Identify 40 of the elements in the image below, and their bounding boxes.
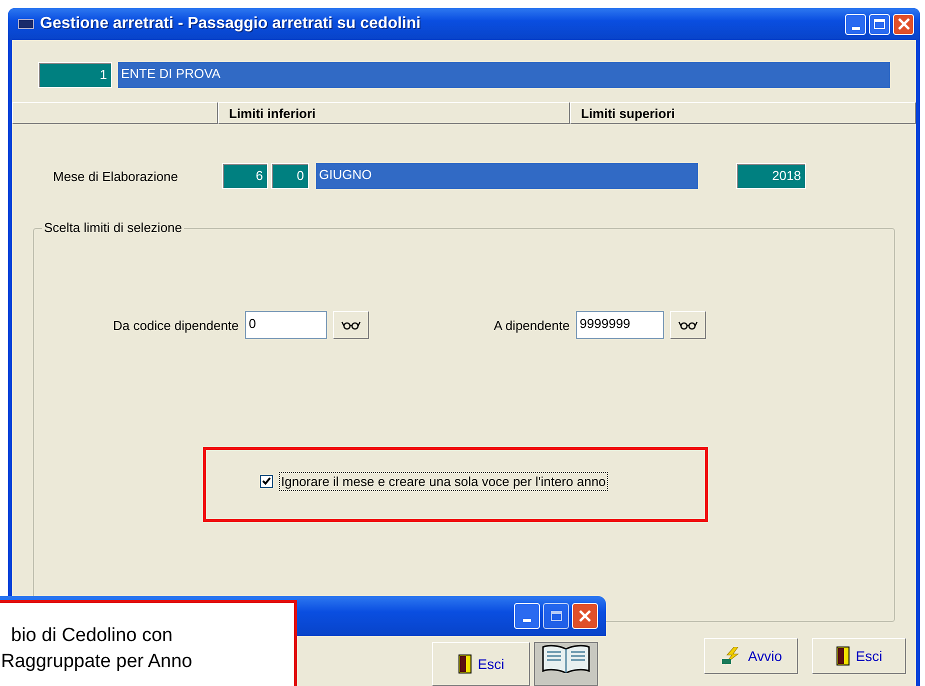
month-field[interactable]: 6 [222,163,268,189]
door-icon [458,654,472,674]
checkbox-label[interactable]: Ignorare il mese e creare una sola voce per l'intero anno [279,472,608,491]
checkbox[interactable] [260,475,273,488]
column-header: Limiti inferiori [218,102,570,124]
month-sub-field[interactable]: 0 [271,163,309,189]
name-field: ENTE DI PROVA [118,62,890,88]
minimize-button[interactable] [514,603,540,629]
month-name-field: GIUGNO [316,163,698,189]
field-label: Mese di Elaborazione [52,168,180,184]
glasses-icon [678,320,698,330]
input-field[interactable]: 9999999 [576,311,664,339]
field-label: A dipendente [494,318,570,332]
column-header: Limiti superiori [570,102,916,124]
glasses-icon [340,320,361,330]
lookup-button[interactable] [332,311,369,339]
manual-button[interactable] [534,642,598,686]
close-button[interactable] [893,14,914,34]
callout-text: bio di Cedolino con [11,624,173,648]
field-label: Da codice dipendente [113,318,239,332]
group-legend: Scelta limiti di selezione [42,220,184,235]
close-icon [896,17,910,31]
year-field[interactable]: 2018 [736,163,806,189]
maximize-button[interactable] [543,603,569,629]
lightning-icon [720,647,742,665]
door-icon [836,646,850,666]
book-icon [540,643,592,673]
window-title: Gestione arretrati - Passaggio arretrati su cedolini [40,15,422,33]
close-button[interactable] [572,603,598,629]
exit-button[interactable]: Esci [812,638,906,674]
code-field[interactable]: 1 [38,62,112,88]
start-button[interactable]: Avvio [704,638,798,674]
close-icon [578,609,592,623]
lookup-button[interactable] [670,311,706,339]
callout-text: Raggruppate per Anno [1,650,192,674]
exit-button[interactable]: Esci [432,642,530,686]
input-field[interactable]: 0 [244,311,327,339]
maximize-button[interactable] [869,14,890,34]
app-icon [18,19,34,29]
minimize-button[interactable] [845,14,866,34]
